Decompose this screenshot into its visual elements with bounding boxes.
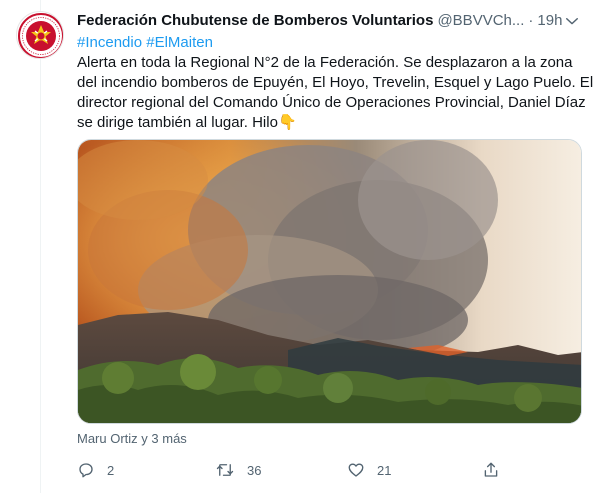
- hashtag-line: #Incendio #ElMaiten: [77, 33, 582, 53]
- tweet-text-line-end: se dirige también al lugar. Hilo: [77, 114, 278, 131]
- reply-count: 2: [107, 462, 115, 478]
- separator-dot: ·: [528, 12, 534, 29]
- wildfire-photo-icon: [78, 140, 581, 423]
- chevron-down-icon: [566, 18, 578, 25]
- hashtag-elmaiten[interactable]: #ElMaiten: [146, 34, 213, 51]
- share-button[interactable]: [482, 458, 500, 482]
- media-credit[interactable]: Maru Ortiz y 3 más: [77, 431, 187, 447]
- reply-icon: [79, 463, 93, 478]
- tweet-text: #Incendio #ElMaiten Alerta en toda la Re…: [77, 33, 594, 133]
- like-count: 21: [377, 462, 392, 478]
- tweet-header: Federación Chubutense de Bomberos Volunt…: [77, 11, 582, 31]
- avatar[interactable]: [16, 11, 64, 59]
- heart-icon: [348, 463, 364, 477]
- hashtag-incendio[interactable]: #Incendio: [77, 34, 142, 51]
- reply-button[interactable]: 2: [77, 458, 114, 482]
- author-handle[interactable]: @BBVVCh...: [437, 11, 524, 31]
- tweet-media-photo[interactable]: [77, 139, 582, 424]
- tweet-text-line: se dirige también al lugar. Hilo👇: [77, 113, 582, 133]
- thread-line: [40, 0, 41, 493]
- like-button[interactable]: 21: [347, 458, 391, 482]
- tweet-text-line: Alerta en toda la Regional N°2 de la Fed…: [77, 54, 573, 71]
- tweet-text-line: director regional del Comando Único de O…: [77, 94, 586, 111]
- tweet-timestamp[interactable]: 19h: [537, 11, 562, 31]
- tweet-text-line: del incendio bomberos de Epuyén, El Hoyo…: [77, 74, 594, 91]
- pointing-down-emoji: 👇: [277, 114, 297, 131]
- tweet-actions: 2 36 21: [68, 458, 508, 482]
- author-display-name[interactable]: Federación Chubutense de Bomberos Volunt…: [77, 11, 433, 31]
- share-icon: [484, 462, 498, 477]
- more-options-button[interactable]: [562, 11, 582, 31]
- retweet-icon: [216, 464, 234, 476]
- retweet-button[interactable]: 36: [215, 458, 261, 482]
- retweet-count: 36: [247, 462, 262, 478]
- firefighter-federation-seal-icon: [18, 13, 63, 58]
